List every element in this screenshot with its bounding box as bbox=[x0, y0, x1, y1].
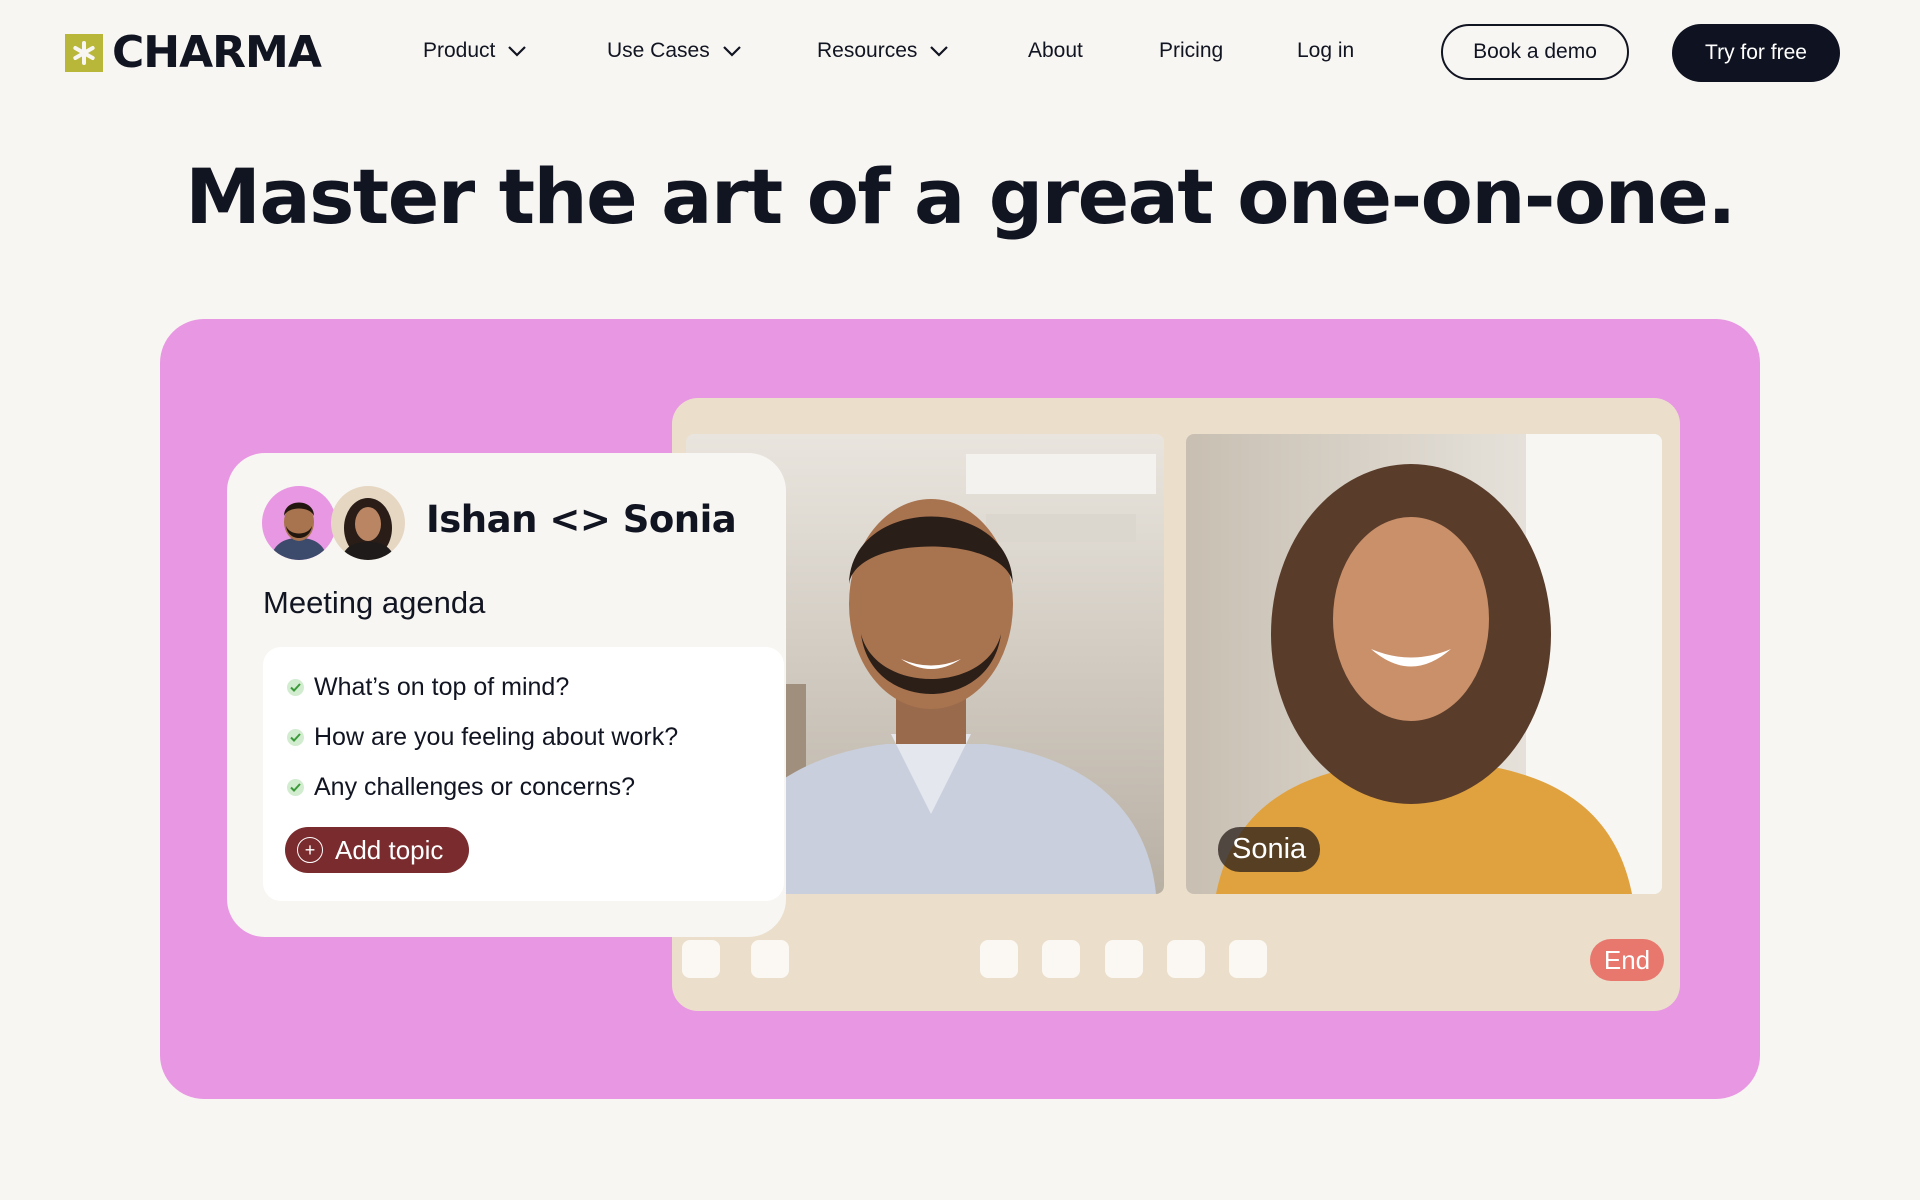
call-control-button[interactable] bbox=[1167, 940, 1205, 978]
agenda-heading: Meeting agenda bbox=[263, 585, 486, 620]
avatar-sonia bbox=[331, 486, 405, 560]
charma-logo[interactable]: CHARMA bbox=[65, 27, 322, 78]
chevron-down-icon bbox=[508, 46, 527, 57]
avatar-ishan bbox=[262, 486, 336, 560]
agenda-topic[interactable]: What’s on top of mind? bbox=[287, 673, 569, 702]
check-icon bbox=[287, 779, 304, 796]
top-nav: CHARMA Product Use Cases Resources About… bbox=[0, 0, 1920, 104]
meeting-title: Ishan <> Sonia bbox=[426, 498, 737, 541]
call-control-button[interactable] bbox=[1042, 940, 1080, 978]
agenda-topic-label: What’s on top of mind? bbox=[314, 673, 570, 701]
nav-item-label: Use Cases bbox=[607, 39, 710, 62]
book-demo-button[interactable]: Book a demo bbox=[1441, 24, 1629, 80]
chevron-down-icon bbox=[722, 46, 741, 57]
hero-title: Master the art of a great one-on-one. bbox=[185, 152, 1736, 241]
add-topic-button[interactable]: + Add topic bbox=[285, 827, 469, 873]
check-icon bbox=[287, 729, 304, 746]
participant-video-sonia bbox=[1186, 434, 1662, 894]
asterisk-logo-icon bbox=[65, 34, 103, 72]
call-control-button[interactable] bbox=[751, 940, 789, 978]
call-control-button[interactable] bbox=[1105, 940, 1143, 978]
nav-item-about[interactable]: About bbox=[1028, 36, 1083, 66]
agenda-topic-list: What’s on top of mind? How are you feeli… bbox=[263, 647, 784, 901]
call-control-button[interactable] bbox=[1229, 940, 1267, 978]
agenda-topic[interactable]: How are you feeling about work? bbox=[287, 723, 678, 752]
call-control-button[interactable] bbox=[980, 940, 1018, 978]
video-tile-sonia: Sonia bbox=[1186, 434, 1662, 894]
video-call-window: Sonia End bbox=[672, 398, 1680, 1011]
add-topic-label: Add topic bbox=[335, 834, 444, 865]
agenda-topic-label: How are you feeling about work? bbox=[314, 723, 679, 751]
nav-item-resources[interactable]: Resources bbox=[817, 36, 949, 66]
nav-item-label: Product bbox=[423, 39, 496, 62]
nav-item-label: Pricing bbox=[1159, 39, 1224, 62]
participant-name-tag: Sonia bbox=[1218, 827, 1321, 872]
nav-item-login[interactable]: Log in bbox=[1297, 36, 1354, 66]
agenda-topic[interactable]: Any challenges or concerns? bbox=[287, 773, 635, 802]
meeting-agenda-card: Ishan <> Sonia Meeting agenda What’s on … bbox=[227, 453, 786, 937]
nav-item-product[interactable]: Product bbox=[423, 36, 527, 66]
plus-circle-icon: + bbox=[297, 837, 323, 863]
nav-item-label: About bbox=[1028, 39, 1083, 62]
try-for-free-button[interactable]: Try for free bbox=[1672, 24, 1840, 82]
agenda-topic-label: Any challenges or concerns? bbox=[314, 773, 636, 801]
nav-item-pricing[interactable]: Pricing bbox=[1159, 36, 1223, 66]
chevron-down-icon bbox=[930, 46, 949, 57]
check-icon bbox=[287, 679, 304, 696]
end-call-button[interactable]: End bbox=[1590, 939, 1664, 981]
logo-wordmark: CHARMA bbox=[112, 27, 322, 78]
nav-item-label: Log in bbox=[1297, 39, 1355, 62]
call-control-button[interactable] bbox=[682, 940, 720, 978]
nav-item-use-cases[interactable]: Use Cases bbox=[607, 36, 742, 66]
nav-item-label: Resources bbox=[817, 39, 918, 62]
